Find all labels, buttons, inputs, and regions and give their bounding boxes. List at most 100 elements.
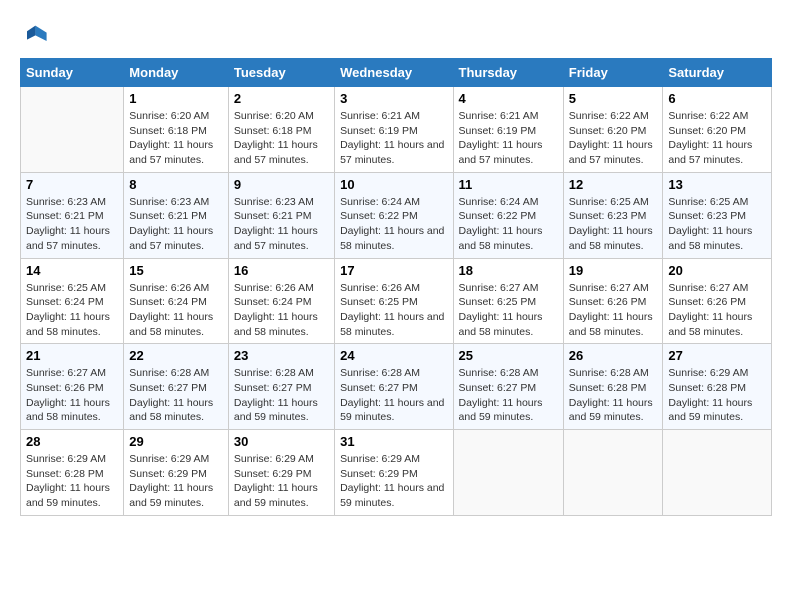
day-cell: 21 Sunrise: 6:27 AMSunset: 6:26 PMDayligh… xyxy=(21,344,124,430)
day-number: 1 xyxy=(129,91,223,106)
logo-icon xyxy=(20,20,48,48)
day-cell: 20 Sunrise: 6:27 AMSunset: 6:26 PMDayligh… xyxy=(663,258,772,344)
day-number: 16 xyxy=(234,263,329,278)
day-cell: 15 Sunrise: 6:26 AMSunset: 6:24 PMDayligh… xyxy=(124,258,229,344)
week-row-5: 28 Sunrise: 6:29 AMSunset: 6:28 PMDayligh… xyxy=(21,430,772,516)
day-cell: 16 Sunrise: 6:26 AMSunset: 6:24 PMDayligh… xyxy=(228,258,334,344)
header-row: SundayMondayTuesdayWednesdayThursdayFrid… xyxy=(21,59,772,87)
logo xyxy=(20,20,52,48)
day-number: 26 xyxy=(569,348,658,363)
day-info: Sunrise: 6:25 AMSunset: 6:23 PMDaylight:… xyxy=(668,195,766,254)
day-info: Sunrise: 6:27 AMSunset: 6:26 PMDaylight:… xyxy=(668,281,766,340)
day-cell: 5 Sunrise: 6:22 AMSunset: 6:20 PMDaylight… xyxy=(563,87,663,173)
day-info: Sunrise: 6:27 AMSunset: 6:25 PMDaylight:… xyxy=(459,281,558,340)
column-header-tuesday: Tuesday xyxy=(228,59,334,87)
day-cell: 28 Sunrise: 6:29 AMSunset: 6:28 PMDayligh… xyxy=(21,430,124,516)
day-info: Sunrise: 6:28 AMSunset: 6:27 PMDaylight:… xyxy=(234,366,329,425)
day-number: 25 xyxy=(459,348,558,363)
day-cell: 17 Sunrise: 6:26 AMSunset: 6:25 PMDayligh… xyxy=(335,258,453,344)
day-cell: 1 Sunrise: 6:20 AMSunset: 6:18 PMDaylight… xyxy=(124,87,229,173)
day-number: 8 xyxy=(129,177,223,192)
day-info: Sunrise: 6:20 AMSunset: 6:18 PMDaylight:… xyxy=(129,109,223,168)
day-info: Sunrise: 6:29 AMSunset: 6:29 PMDaylight:… xyxy=(234,452,329,511)
day-info: Sunrise: 6:29 AMSunset: 6:28 PMDaylight:… xyxy=(668,366,766,425)
day-cell: 24Sunrise: 6:28 AMSunset: 6:27 PMDayligh… xyxy=(335,344,453,430)
week-row-3: 14Sunrise: 6:25 AMSunset: 6:24 PMDayligh… xyxy=(21,258,772,344)
day-info: Sunrise: 6:28 AMSunset: 6:27 PMDaylight:… xyxy=(459,366,558,425)
day-info: Sunrise: 6:26 AMSunset: 6:24 PMDaylight:… xyxy=(234,281,329,340)
week-row-1: 1 Sunrise: 6:20 AMSunset: 6:18 PMDaylight… xyxy=(21,87,772,173)
day-number: 7 xyxy=(26,177,118,192)
day-cell xyxy=(663,430,772,516)
day-cell: 25 Sunrise: 6:28 AMSunset: 6:27 PMDayligh… xyxy=(453,344,563,430)
day-cell: 4Sunrise: 6:21 AMSunset: 6:19 PMDaylight… xyxy=(453,87,563,173)
calendar-table: SundayMondayTuesdayWednesdayThursdayFrid… xyxy=(20,58,772,516)
week-row-4: 21 Sunrise: 6:27 AMSunset: 6:26 PMDayligh… xyxy=(21,344,772,430)
day-cell: 22Sunrise: 6:28 AMSunset: 6:27 PMDayligh… xyxy=(124,344,229,430)
day-cell: 13 Sunrise: 6:25 AMSunset: 6:23 PMDayligh… xyxy=(663,172,772,258)
day-info: Sunrise: 6:22 AMSunset: 6:20 PMDaylight:… xyxy=(569,109,658,168)
day-info: Sunrise: 6:20 AMSunset: 6:18 PMDaylight:… xyxy=(234,109,329,168)
day-number: 24 xyxy=(340,348,447,363)
day-number: 28 xyxy=(26,434,118,449)
day-cell: 3Sunrise: 6:21 AMSunset: 6:19 PMDaylight… xyxy=(335,87,453,173)
day-info: Sunrise: 6:28 AMSunset: 6:28 PMDaylight:… xyxy=(569,366,658,425)
day-cell: 6 Sunrise: 6:22 AMSunset: 6:20 PMDaylight… xyxy=(663,87,772,173)
day-number: 18 xyxy=(459,263,558,278)
day-info: Sunrise: 6:23 AMSunset: 6:21 PMDaylight:… xyxy=(129,195,223,254)
day-cell: 7 Sunrise: 6:23 AMSunset: 6:21 PMDaylight… xyxy=(21,172,124,258)
column-header-friday: Friday xyxy=(563,59,663,87)
day-info: Sunrise: 6:21 AMSunset: 6:19 PMDaylight:… xyxy=(340,109,447,168)
day-cell xyxy=(21,87,124,173)
day-cell: 23 Sunrise: 6:28 AMSunset: 6:27 PMDayligh… xyxy=(228,344,334,430)
day-number: 22 xyxy=(129,348,223,363)
day-number: 21 xyxy=(26,348,118,363)
day-cell: 11Sunrise: 6:24 AMSunset: 6:22 PMDayligh… xyxy=(453,172,563,258)
day-number: 31 xyxy=(340,434,447,449)
week-row-2: 7 Sunrise: 6:23 AMSunset: 6:21 PMDaylight… xyxy=(21,172,772,258)
day-cell: 26 Sunrise: 6:28 AMSunset: 6:28 PMDayligh… xyxy=(563,344,663,430)
day-cell xyxy=(563,430,663,516)
day-cell: 27Sunrise: 6:29 AMSunset: 6:28 PMDayligh… xyxy=(663,344,772,430)
column-header-thursday: Thursday xyxy=(453,59,563,87)
day-number: 13 xyxy=(668,177,766,192)
day-cell: 31 Sunrise: 6:29 AMSunset: 6:29 PMDayligh… xyxy=(335,430,453,516)
day-cell: 12 Sunrise: 6:25 AMSunset: 6:23 PMDayligh… xyxy=(563,172,663,258)
day-info: Sunrise: 6:25 AMSunset: 6:24 PMDaylight:… xyxy=(26,281,118,340)
day-number: 2 xyxy=(234,91,329,106)
day-info: Sunrise: 6:29 AMSunset: 6:28 PMDaylight:… xyxy=(26,452,118,511)
day-cell: 8 Sunrise: 6:23 AMSunset: 6:21 PMDaylight… xyxy=(124,172,229,258)
day-cell: 18 Sunrise: 6:27 AMSunset: 6:25 PMDayligh… xyxy=(453,258,563,344)
day-cell: 19 Sunrise: 6:27 AMSunset: 6:26 PMDayligh… xyxy=(563,258,663,344)
day-info: Sunrise: 6:26 AMSunset: 6:24 PMDaylight:… xyxy=(129,281,223,340)
day-number: 20 xyxy=(668,263,766,278)
day-info: Sunrise: 6:27 AMSunset: 6:26 PMDaylight:… xyxy=(569,281,658,340)
day-cell: 2 Sunrise: 6:20 AMSunset: 6:18 PMDaylight… xyxy=(228,87,334,173)
day-number: 15 xyxy=(129,263,223,278)
day-number: 10 xyxy=(340,177,447,192)
day-info: Sunrise: 6:27 AMSunset: 6:26 PMDaylight:… xyxy=(26,366,118,425)
day-info: Sunrise: 6:26 AMSunset: 6:25 PMDaylight:… xyxy=(340,281,447,340)
day-cell: 9Sunrise: 6:23 AMSunset: 6:21 PMDaylight… xyxy=(228,172,334,258)
day-info: Sunrise: 6:29 AMSunset: 6:29 PMDaylight:… xyxy=(129,452,223,511)
day-number: 29 xyxy=(129,434,223,449)
day-number: 11 xyxy=(459,177,558,192)
column-header-saturday: Saturday xyxy=(663,59,772,87)
day-cell: 29 Sunrise: 6:29 AMSunset: 6:29 PMDayligh… xyxy=(124,430,229,516)
day-cell: 14Sunrise: 6:25 AMSunset: 6:24 PMDayligh… xyxy=(21,258,124,344)
day-info: Sunrise: 6:22 AMSunset: 6:20 PMDaylight:… xyxy=(668,109,766,168)
day-number: 5 xyxy=(569,91,658,106)
day-info: Sunrise: 6:23 AMSunset: 6:21 PMDaylight:… xyxy=(234,195,329,254)
day-info: Sunrise: 6:25 AMSunset: 6:23 PMDaylight:… xyxy=(569,195,658,254)
day-info: Sunrise: 6:23 AMSunset: 6:21 PMDaylight:… xyxy=(26,195,118,254)
day-number: 23 xyxy=(234,348,329,363)
day-number: 6 xyxy=(668,91,766,106)
day-number: 17 xyxy=(340,263,447,278)
day-info: Sunrise: 6:29 AMSunset: 6:29 PMDaylight:… xyxy=(340,452,447,511)
day-number: 12 xyxy=(569,177,658,192)
column-header-wednesday: Wednesday xyxy=(335,59,453,87)
day-number: 30 xyxy=(234,434,329,449)
day-number: 19 xyxy=(569,263,658,278)
page-header xyxy=(20,20,772,48)
day-cell: 30 Sunrise: 6:29 AMSunset: 6:29 PMDayligh… xyxy=(228,430,334,516)
